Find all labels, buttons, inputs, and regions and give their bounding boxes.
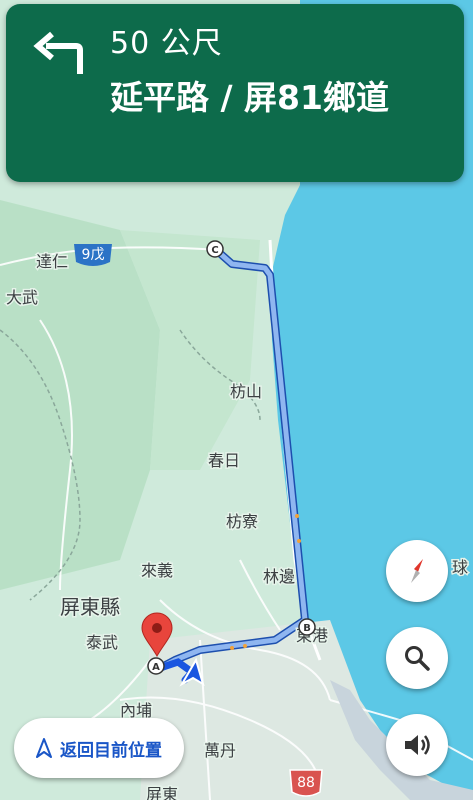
route-badge-label: 9戊 xyxy=(82,247,105,263)
stop-marker-c[interactable]: C xyxy=(206,240,224,258)
place-label: 屏東 xyxy=(146,785,178,800)
stop-marker-a[interactable]: A xyxy=(147,657,165,675)
recenter-button[interactable]: 返回目前位置 xyxy=(14,718,184,778)
street-name: 延平路 / 屏81鄉道 xyxy=(110,78,389,117)
compass-icon xyxy=(411,559,423,583)
search-icon xyxy=(405,646,430,671)
place-label: 春日 xyxy=(208,451,240,470)
place-label: 林邊 xyxy=(263,567,295,586)
highway-badge: 88 xyxy=(289,769,323,797)
recenter-label: 返回目前位置 xyxy=(60,740,162,761)
place-label: 大武 xyxy=(6,288,38,307)
stop-marker-b-label: B xyxy=(303,623,311,634)
stop-marker-b[interactable]: B xyxy=(298,618,316,636)
search-button[interactable] xyxy=(386,627,448,689)
place-label: 來義 xyxy=(141,561,173,580)
place-label: 萬丹 xyxy=(204,741,236,760)
place-label: 枋山 xyxy=(230,382,262,401)
place-label: 泰武 xyxy=(86,633,118,652)
navigation-banner[interactable]: 50 公尺 延平路 / 屏81鄉道 xyxy=(6,4,464,182)
turn-left-icon xyxy=(33,31,83,74)
highway-badge-label: 88 xyxy=(297,775,315,791)
place-label: 枋寮 xyxy=(226,512,258,531)
county-label: 屏東縣 xyxy=(60,595,120,619)
place-label: 達仁 xyxy=(36,252,68,271)
turn-distance: 50 公尺 xyxy=(110,26,223,61)
stop-marker-a-label: A xyxy=(152,662,160,673)
sound-button[interactable] xyxy=(386,714,448,776)
compass-button[interactable] xyxy=(386,540,448,602)
volume-icon xyxy=(405,735,430,755)
route-badge: 9戊 xyxy=(74,244,112,266)
place-label: 球 xyxy=(452,558,468,577)
stop-marker-c-label: C xyxy=(211,245,218,256)
navigation-arrow-icon xyxy=(36,738,52,758)
